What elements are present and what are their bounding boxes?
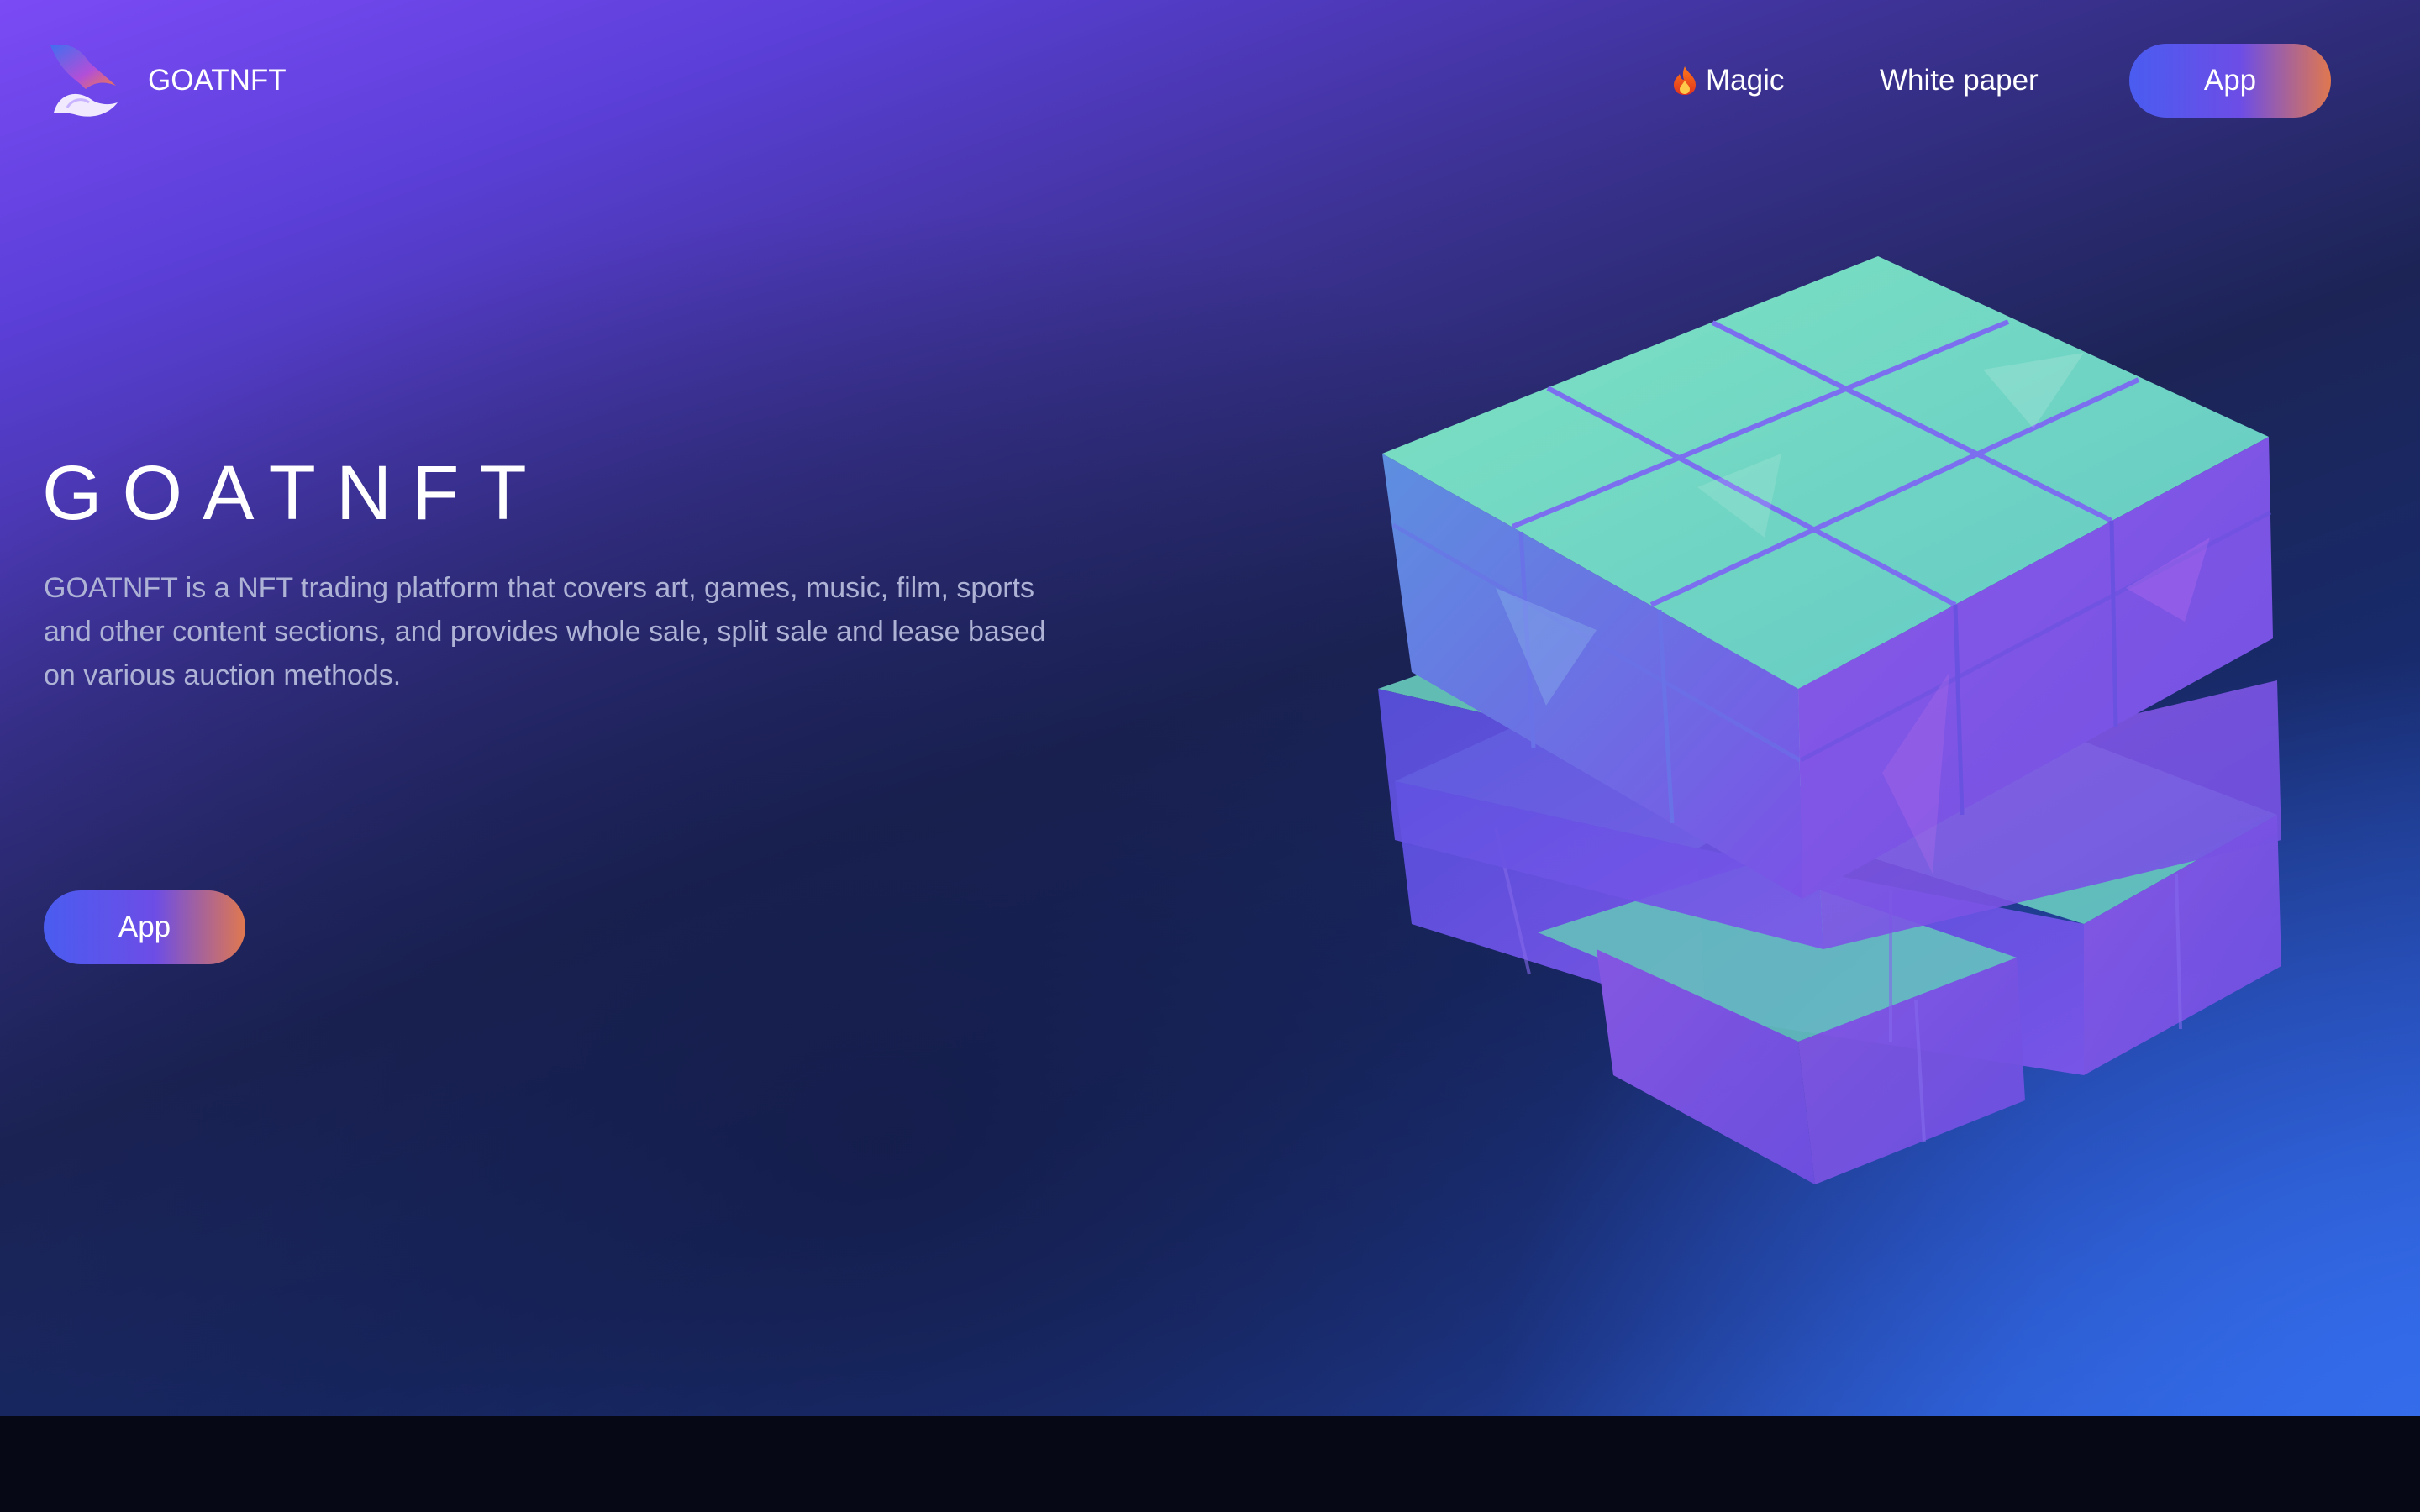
- header-app-button[interactable]: App: [2129, 44, 2331, 118]
- hero-app-button[interactable]: App: [44, 890, 245, 964]
- nav-white-paper-link[interactable]: White paper: [1880, 59, 2039, 102]
- brand-name[interactable]: GOATNFT: [148, 60, 287, 101]
- hero-description: GOATNFT is a NFT trading platform that c…: [44, 572, 1046, 691]
- hero-title: GOATNFT: [42, 450, 547, 536]
- nav-magic-link[interactable]: Magic: [1672, 59, 1784, 102]
- nav-magic-label: Magic: [1706, 64, 1785, 97]
- goat-logo-icon[interactable]: [42, 40, 123, 121]
- hero-section: GOATNFT Magic White paper App GOATNFT GO…: [0, 0, 2420, 1416]
- footer-band: [0, 1416, 2420, 1512]
- rubiks-cube-illustration: [1378, 256, 2281, 1184]
- flame-icon: [1674, 66, 1696, 95]
